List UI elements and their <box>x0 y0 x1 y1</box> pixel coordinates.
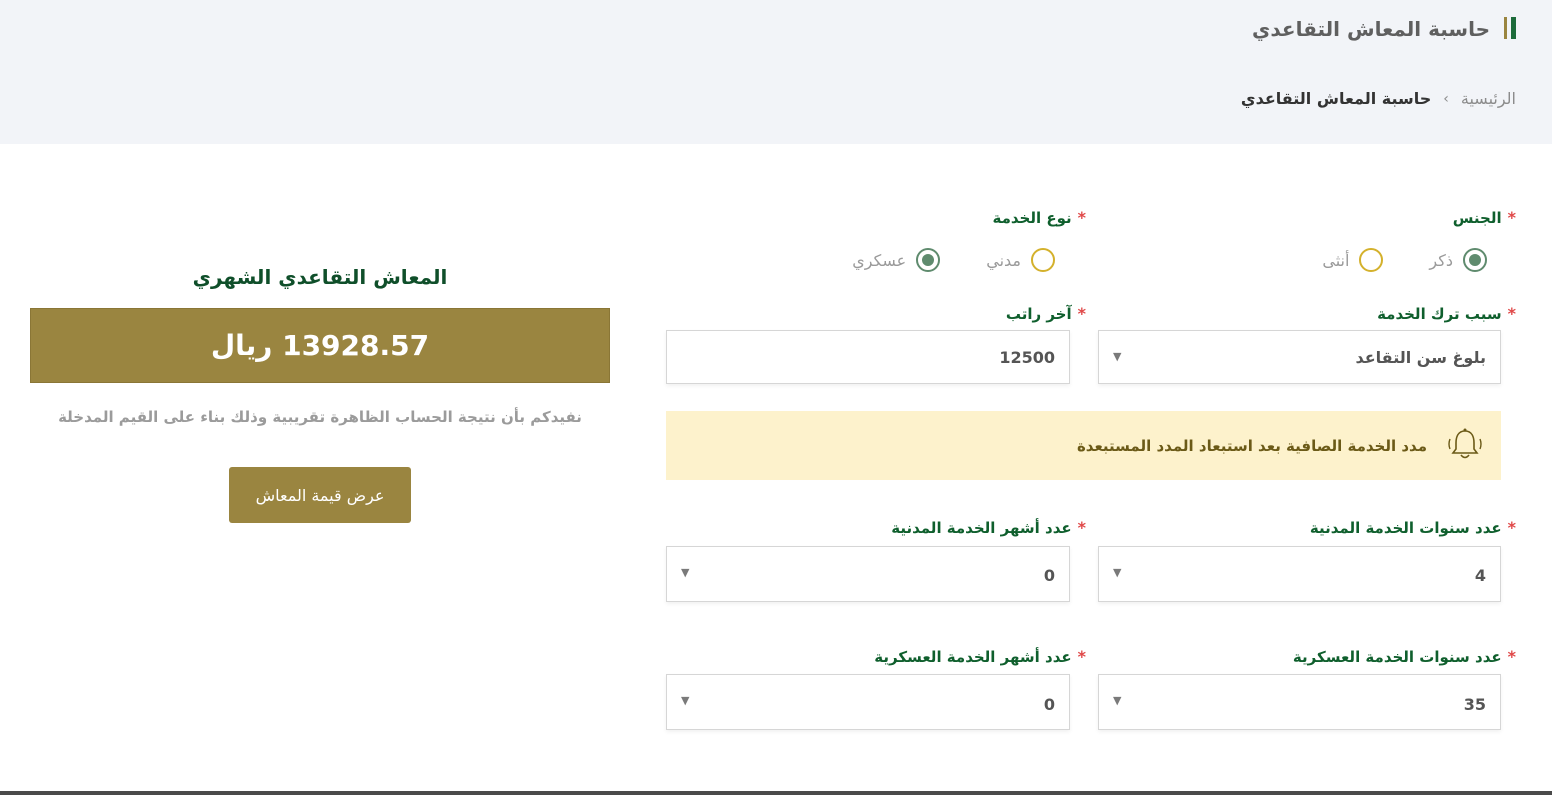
civil-years-select[interactable]: 4 ▼ <box>1098 546 1501 602</box>
breadcrumb-current: حاسبة المعاش التقاعدي <box>1240 89 1432 108</box>
required-mark: * <box>1077 518 1086 537</box>
service-type-option-civil[interactable]: مدني <box>986 248 1055 272</box>
result-disclaimer: نفيدكم بأن نتيجة الحساب الظاهرة تقريبية … <box>58 408 582 426</box>
radio-unchecked-icon[interactable] <box>1359 248 1384 272</box>
required-mark: * <box>1507 647 1516 666</box>
show-pension-button[interactable]: عرض قيمة المعاش <box>229 467 411 523</box>
service-type-option-military-label: عسكري <box>852 250 907 270</box>
service-type-label: * نوع الخدمة <box>992 208 1086 227</box>
service-type-option-military[interactable]: عسكري <box>852 248 941 272</box>
last-salary-label: * آخر راتب <box>1006 304 1086 323</box>
chevron-left-icon: › <box>1443 90 1449 107</box>
gender-option-male[interactable]: ذكر <box>1429 248 1487 272</box>
caret-down-icon: ▼ <box>1113 694 1122 707</box>
service-type-label-text: نوع الخدمة <box>992 209 1072 227</box>
military-years-value: 35 <box>1463 695 1486 714</box>
radio-unchecked-icon[interactable] <box>1031 248 1055 272</box>
result-title: المعاش التقاعدي الشهري <box>192 265 448 289</box>
gender-label: * الجنس <box>1453 208 1516 227</box>
service-type-option-civil-label: مدني <box>986 250 1021 270</box>
last-salary-input[interactable] <box>667 331 1069 383</box>
military-months-select[interactable]: 0 ▼ <box>666 674 1070 730</box>
breadcrumb-home-link[interactable]: الرئيسية <box>1461 89 1516 108</box>
last-salary-field[interactable] <box>666 330 1070 384</box>
military-months-value: 0 <box>1043 695 1055 714</box>
gender-radio-group: ذكر أنثى <box>1322 248 1487 272</box>
net-service-notice: مدد الخدمة الصافية بعد استبعاد المدد الم… <box>666 411 1501 480</box>
bottom-divider <box>0 791 1552 795</box>
last-salary-label-text: آخر راتب <box>1005 305 1072 323</box>
required-mark: * <box>1507 208 1516 227</box>
notice-text: مدد الخدمة الصافية بعد استبعاد المدد الم… <box>1076 437 1427 455</box>
radio-checked-icon[interactable] <box>1463 248 1487 272</box>
caret-down-icon: ▼ <box>681 566 690 579</box>
military-months-label: * عدد أشهر الخدمة العسكرية <box>874 647 1086 666</box>
civil-years-value: 4 <box>1474 566 1486 585</box>
required-mark: * <box>1507 518 1516 537</box>
gender-label-text: الجنس <box>1452 209 1502 227</box>
page-title: حاسبة المعاش التقاعدي <box>1252 17 1490 41</box>
required-mark: * <box>1077 304 1086 323</box>
gender-option-female-label: أنثى <box>1322 250 1350 270</box>
civil-years-label: * عدد سنوات الخدمة المدنية <box>1310 518 1516 537</box>
leave-reason-label: * سبب ترك الخدمة <box>1377 304 1516 323</box>
civil-months-label: * عدد أشهر الخدمة المدنية <box>891 518 1086 537</box>
required-mark: * <box>1077 208 1086 227</box>
breadcrumb: الرئيسية › حاسبة المعاش التقاعدي <box>1241 89 1516 108</box>
civil-months-label-text: عدد أشهر الخدمة المدنية <box>891 519 1072 537</box>
military-years-label-text: عدد سنوات الخدمة العسكرية <box>1292 648 1502 666</box>
service-type-radio-group: مدني عسكري <box>852 248 1055 272</box>
leave-reason-select[interactable]: بلوغ سن التقاعد ▼ <box>1098 330 1501 384</box>
military-years-select[interactable]: 35 ▼ <box>1098 674 1501 730</box>
required-mark: * <box>1507 304 1516 323</box>
gender-option-male-label: ذكر <box>1429 250 1453 270</box>
military-years-label: * عدد سنوات الخدمة العسكرية <box>1293 647 1516 666</box>
caret-down-icon: ▼ <box>681 694 690 707</box>
required-mark: * <box>1077 647 1086 666</box>
bell-icon <box>1448 428 1482 459</box>
title-accent-icon <box>1502 17 1516 41</box>
civil-years-label-text: عدد سنوات الخدمة المدنية <box>1309 519 1502 537</box>
leave-reason-value: بلوغ سن التقاعد <box>1355 348 1487 367</box>
caret-down-icon: ▼ <box>1113 566 1122 579</box>
civil-months-select[interactable]: 0 ▼ <box>666 546 1070 602</box>
radio-checked-icon[interactable] <box>916 248 941 272</box>
caret-down-icon: ▼ <box>1113 350 1122 363</box>
pension-amount-display: 13928.57 ريال <box>30 308 610 383</box>
gender-option-female[interactable]: أنثى <box>1322 248 1384 272</box>
military-months-label-text: عدد أشهر الخدمة العسكرية <box>874 648 1072 666</box>
civil-months-value: 0 <box>1043 566 1055 585</box>
leave-reason-label-text: سبب ترك الخدمة <box>1377 305 1502 323</box>
